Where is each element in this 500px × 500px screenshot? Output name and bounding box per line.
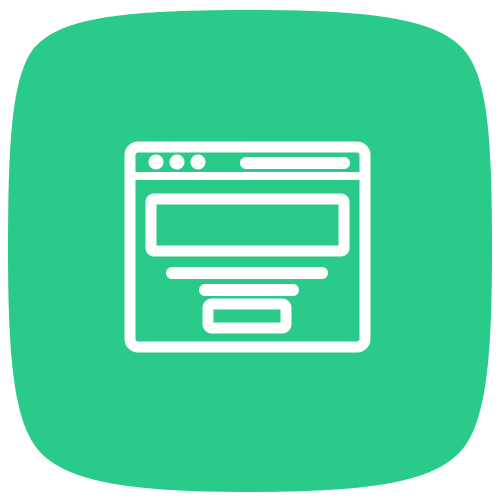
- text-line-long: [166, 267, 328, 279]
- icon-canvas: [0, 0, 500, 500]
- window-dot-1: [148, 154, 164, 170]
- browser-window-icon: [8, 10, 492, 492]
- app-icon[interactable]: [0, 0, 500, 500]
- window-dot-2: [169, 154, 185, 170]
- window-dot-3: [190, 154, 206, 170]
- text-line-short: [199, 284, 299, 296]
- address-bar: [240, 157, 350, 169]
